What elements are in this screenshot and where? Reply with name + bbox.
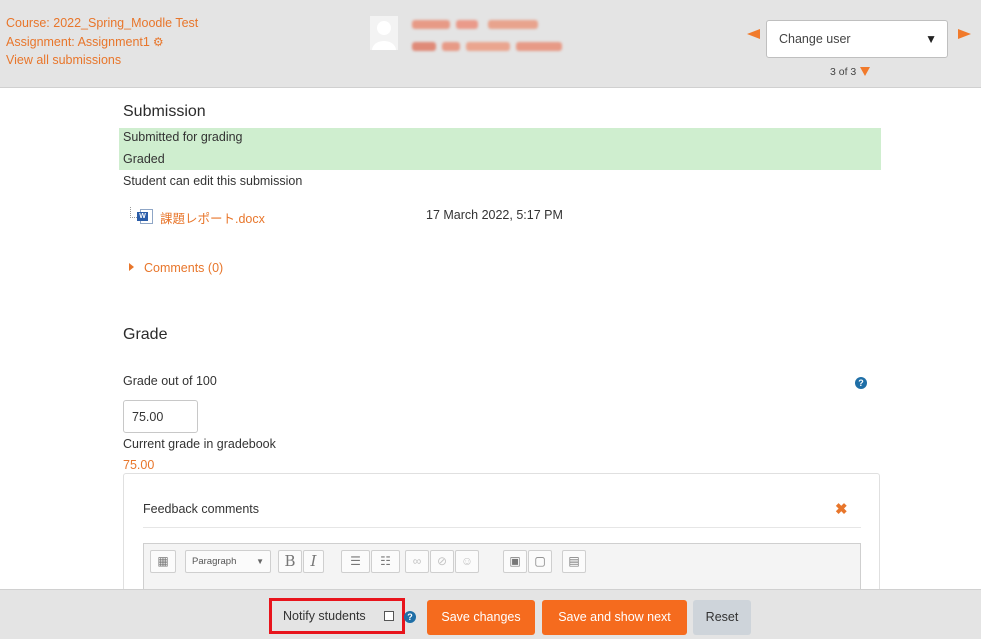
blurred-user-email <box>516 42 562 51</box>
image-icon[interactable]: ▣ <box>503 550 527 573</box>
course-link[interactable]: Course: 2022_Spring_Moodle Test <box>6 14 198 33</box>
feedback-title: Feedback comments <box>143 502 260 516</box>
link-icon[interactable]: ∞ <box>405 550 429 573</box>
change-user-label: Change user <box>779 32 851 46</box>
numbered-list-icon[interactable]: ☷ <box>371 550 400 573</box>
breadcrumb: Course: 2022_Spring_Moodle Test Assignme… <box>6 14 198 70</box>
notify-students-highlight: Notify students <box>269 598 405 634</box>
user-counter-text: 3 of 3 <box>830 66 857 78</box>
blurred-user-email <box>442 42 460 51</box>
grading-status: Graded <box>123 152 165 166</box>
chevron-down-icon: ▼ <box>256 557 264 566</box>
action-footer: Notify students ? Save changes Save and … <box>0 589 981 639</box>
notify-students-checkbox[interactable] <box>384 611 394 621</box>
caret-right-icon <box>129 263 134 271</box>
save-and-show-next-button[interactable]: Save and show next <box>542 600 687 635</box>
divider <box>143 527 861 528</box>
file-link[interactable]: 課題レポート.docx <box>160 208 265 227</box>
reset-button[interactable]: Reset <box>693 600 751 635</box>
assignment-link-label: Assignment: Assignment1 <box>6 34 150 49</box>
avatar <box>370 16 398 50</box>
feedback-comments-panel: Feedback comments ✖ ▦ Paragraph ▼ B I ☰ ☷… <box>123 473 880 599</box>
bullet-list-icon[interactable]: ☰ <box>341 550 370 573</box>
gradebook-label: Current grade in gradebook <box>123 437 276 451</box>
previous-user-arrow-icon[interactable] <box>747 29 760 39</box>
paragraph-format-label: Paragraph <box>192 556 237 567</box>
submission-heading: Submission <box>123 103 206 120</box>
save-changes-button[interactable]: Save changes <box>427 600 535 635</box>
grader-header: Course: 2022_Spring_Moodle Test Assignme… <box>0 0 981 88</box>
change-user-select[interactable]: Change user ▼ <box>766 20 948 58</box>
file-date: 17 March 2022, 5:17 PM <box>426 208 563 222</box>
comments-toggle[interactable]: Comments (0) <box>129 261 223 275</box>
grading-panel: Submission Submitted for grading Graded … <box>0 89 981 599</box>
bold-icon[interactable]: B <box>278 550 302 573</box>
next-user-arrow-icon[interactable] <box>958 29 971 39</box>
manage-files-icon[interactable]: ▤ <box>562 550 586 573</box>
emoji-icon[interactable]: ☺ <box>455 550 479 573</box>
blurred-user-email <box>466 42 510 51</box>
notify-students-label: Notify students <box>283 609 366 623</box>
fullscreen-icon[interactable]: ✖ <box>835 500 848 518</box>
unlink-icon[interactable]: ⊘ <box>430 550 454 573</box>
assignment-link[interactable]: Assignment: Assignment1 ⚙ <box>6 33 198 52</box>
comments-label: Comments (0) <box>144 261 224 275</box>
media-icon[interactable]: ▢ <box>528 550 552 573</box>
view-all-submissions-link[interactable]: View all submissions <box>6 51 198 70</box>
filter-icon[interactable] <box>860 67 871 76</box>
italic-icon[interactable]: I <box>303 550 324 573</box>
toolbar-toggle-icon[interactable]: ▦ <box>150 550 176 573</box>
help-icon[interactable]: ? <box>855 377 867 389</box>
blurred-user-name <box>488 20 538 29</box>
gradebook-value: 75.00 <box>123 458 155 472</box>
help-icon[interactable]: ? <box>404 611 416 623</box>
submission-status: Submitted for grading <box>123 130 243 144</box>
blurred-user-name <box>412 20 450 29</box>
grade-label: Grade out of 100 <box>123 374 217 388</box>
word-document-icon <box>137 209 153 224</box>
chevron-down-icon: ▼ <box>925 32 937 46</box>
blurred-user-email <box>412 42 436 51</box>
user-counter: 3 of 3 <box>830 66 871 78</box>
grade-input[interactable] <box>123 400 198 433</box>
grade-heading: Grade <box>123 326 168 343</box>
paragraph-format-select[interactable]: Paragraph ▼ <box>185 550 271 573</box>
edit-permission-note: Student can edit this submission <box>123 174 303 188</box>
blurred-user-name <box>456 20 478 29</box>
gear-icon[interactable]: ⚙ <box>153 33 164 52</box>
